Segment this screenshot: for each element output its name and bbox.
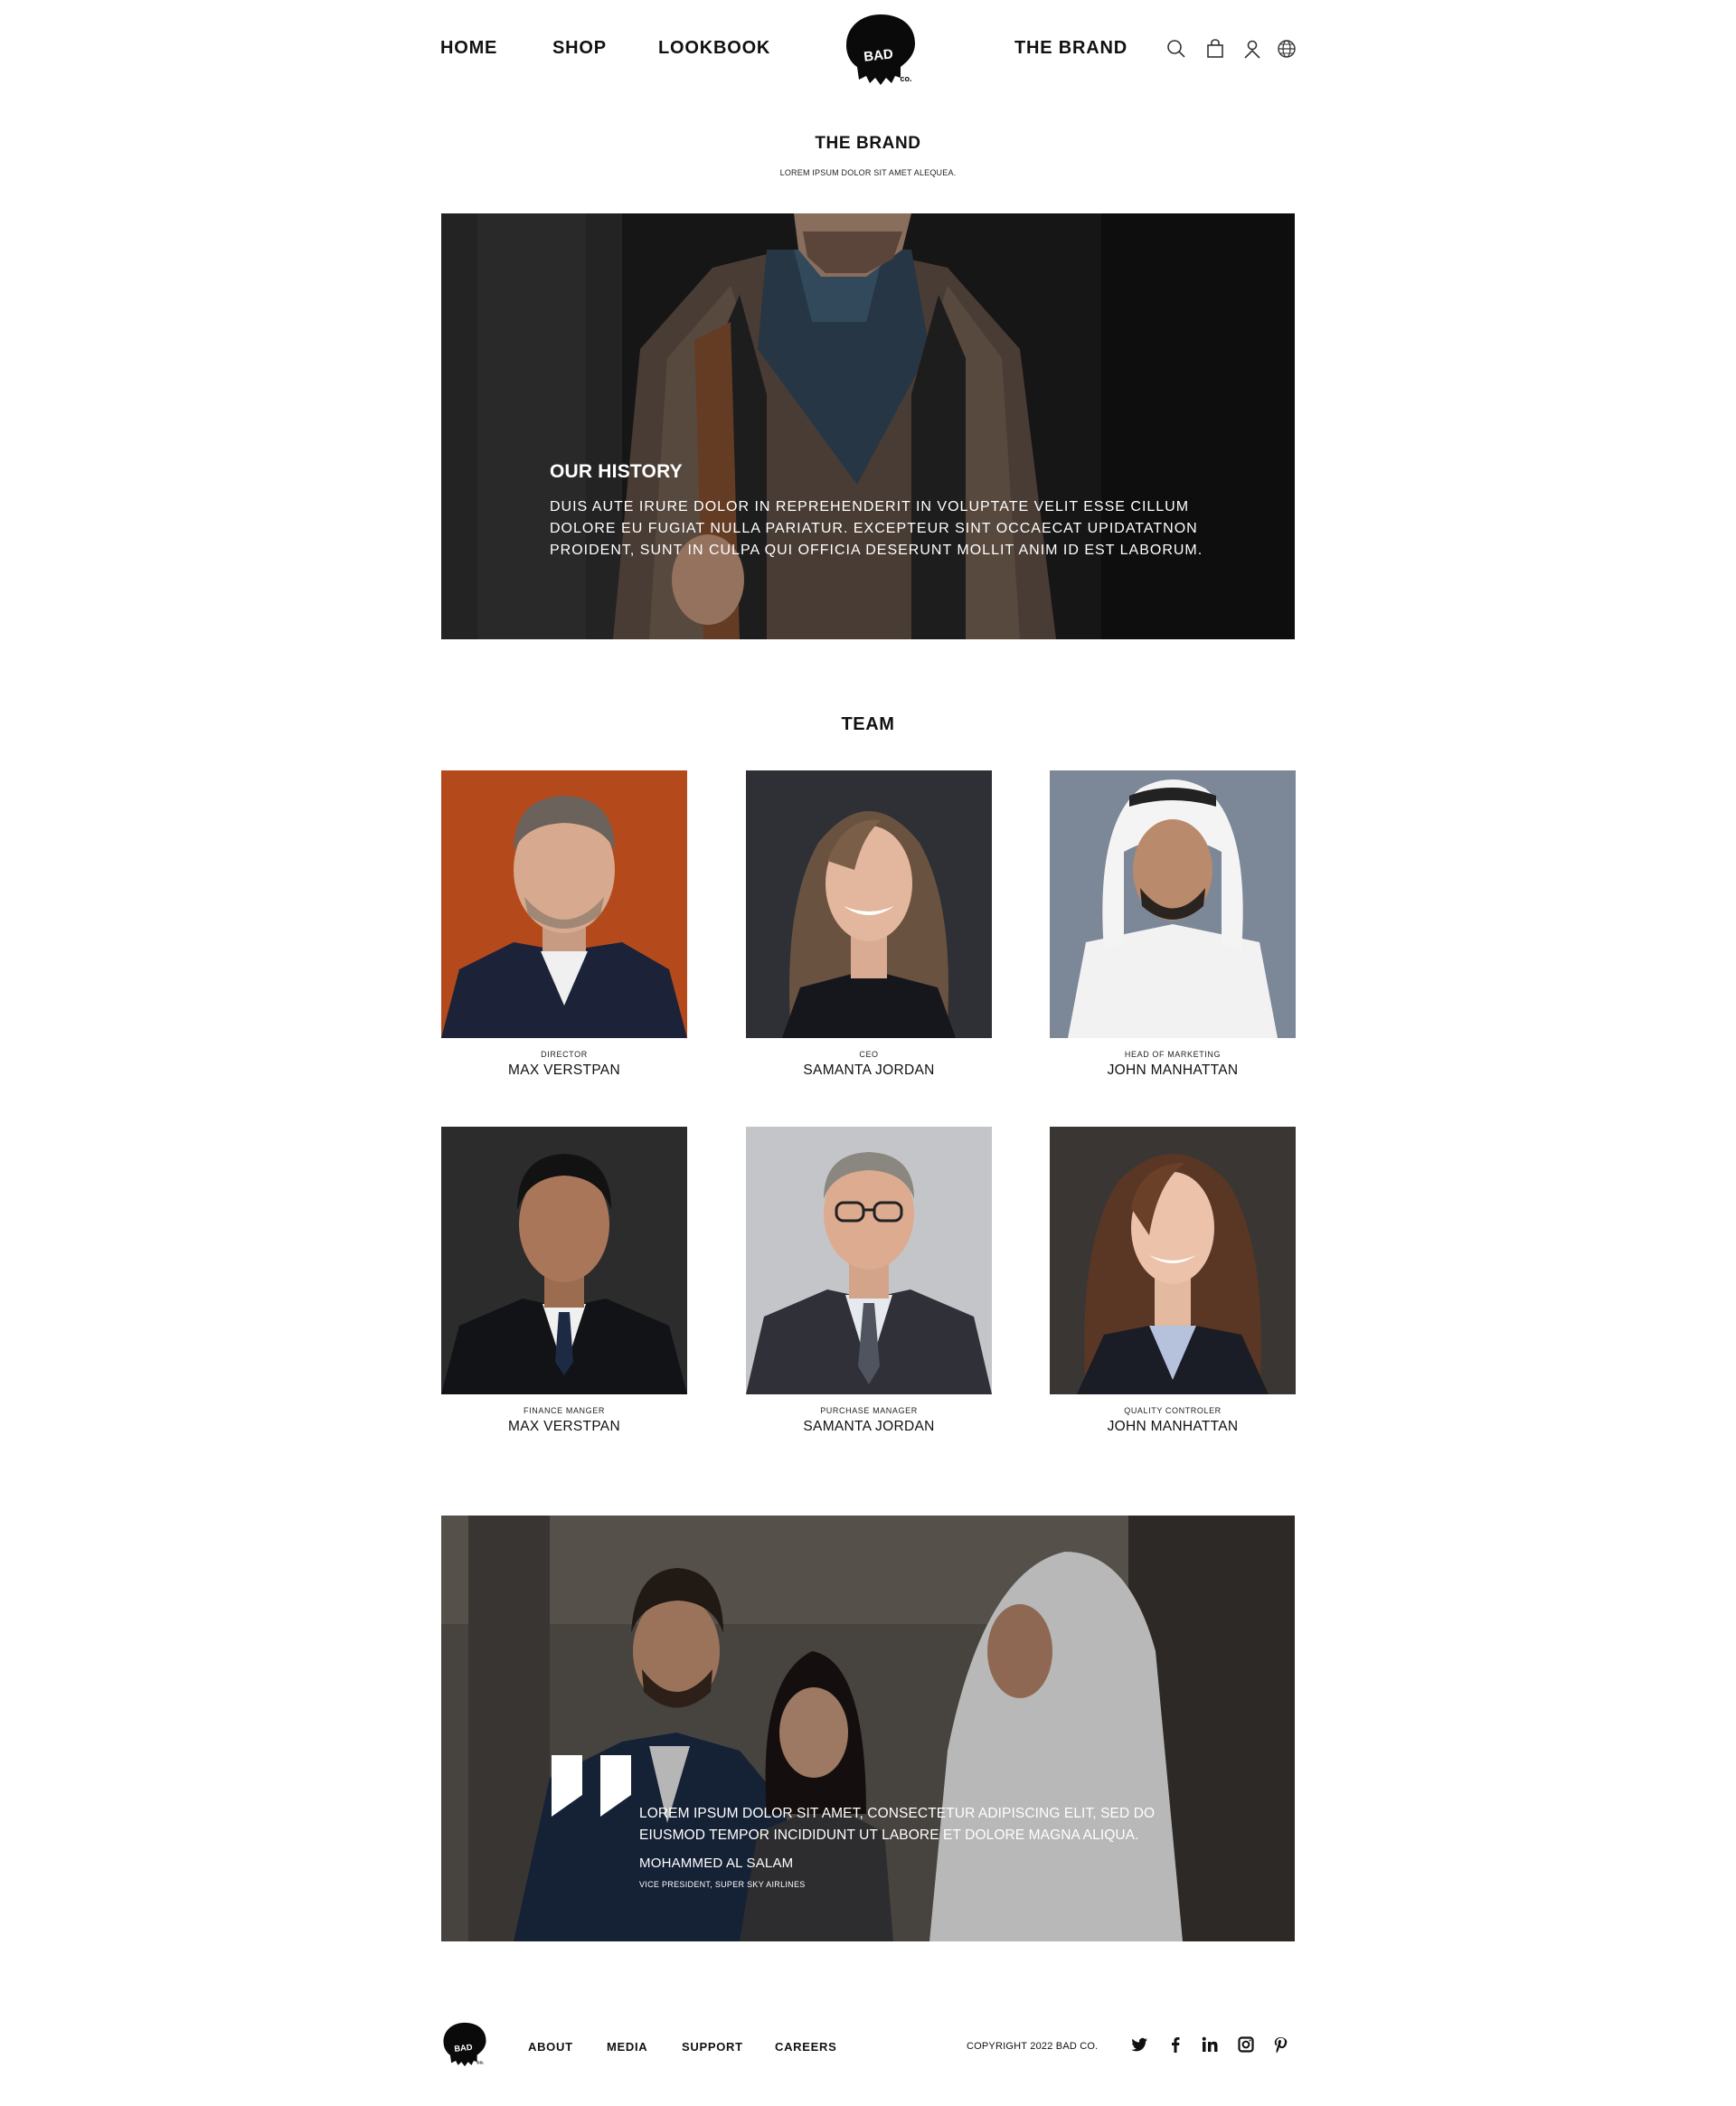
globe-icon[interactable]: [1277, 39, 1297, 59]
team-member-card: DIRECTOR MAX VERSTPAN: [441, 770, 687, 1079]
team-member-photo: [441, 1127, 687, 1394]
team-member-card: HEAD OF MARKETING JOHN MANHATTAN: [1050, 770, 1296, 1079]
team-member-photo: [1050, 770, 1296, 1038]
svg-text:BAD: BAD: [454, 2043, 473, 2054]
user-icon[interactable]: [1242, 39, 1262, 59]
pinterest-icon[interactable]: [1271, 2035, 1289, 2054]
testimonial-banner: LOREM IPSUM DOLOR SIT AMET, CONSECTETUR …: [441, 1516, 1295, 1941]
svg-text:BAD: BAD: [863, 46, 893, 64]
team-member-card: CEO SAMANTA JORDAN: [746, 770, 992, 1079]
history-hero: OUR HISTORY DUIS AUTE IRURE DOLOR IN REP…: [441, 213, 1295, 639]
nav-shop[interactable]: SHOP: [552, 38, 607, 59]
team-member-photo: [746, 1127, 992, 1394]
history-title: OUR HISTORY: [550, 461, 683, 482]
team-member-role: CEO: [859, 1050, 879, 1059]
testimonial-quote: LOREM IPSUM DOLOR SIT AMET, CONSECTETUR …: [639, 1806, 1156, 1843]
team-member-card: QUALITY CONTROLER JOHN MANHATTAN: [1050, 1127, 1296, 1435]
team-member-name: SAMANTA JORDAN: [803, 1062, 935, 1078]
footer-link-support[interactable]: SUPPORT: [682, 2040, 743, 2054]
team-member-role: DIRECTOR: [541, 1050, 588, 1059]
nav-home[interactable]: HOME: [440, 38, 497, 59]
team-member-card: PURCHASE MANAGER SAMANTA JORDAN: [746, 1127, 992, 1435]
team-member-card: FINANCE MANGER MAX VERSTPAN: [441, 1127, 687, 1435]
svg-text:co.: co.: [900, 74, 911, 83]
svg-text:co.: co.: [476, 2061, 484, 2066]
facebook-icon[interactable]: [1166, 2035, 1184, 2054]
copyright-text: COPYRIGHT 2022 BAD CO.: [967, 2041, 1099, 2052]
team-member-name: JOHN MANHATTAN: [1107, 1062, 1239, 1078]
history-text: DUIS AUTE IRURE DOLOR IN REPREHENDERIT I…: [550, 499, 1203, 558]
team-member-name: JOHN MANHATTAN: [1107, 1419, 1239, 1434]
team-member-role: PURCHASE MANAGER: [820, 1406, 918, 1415]
footer-link-media[interactable]: MEDIA: [607, 2040, 647, 2054]
testimonial-author: MOHAMMED AL SALAM: [639, 1856, 794, 1871]
testimonial-author-role: VICE PRESIDENT, SUPER SKY AIRLINES: [639, 1880, 806, 1889]
team-member-role: FINANCE MANGER: [524, 1406, 605, 1415]
page-title: THE BRAND: [815, 134, 921, 153]
team-member-name: MAX VERSTPAN: [508, 1062, 620, 1078]
instagram-icon[interactable]: [1237, 2035, 1255, 2054]
linkedin-icon[interactable]: [1201, 2035, 1219, 2054]
quote-mark-icon: [552, 1755, 631, 1817]
hero-photo-man-in-jacket: [441, 213, 1295, 639]
team-title: TEAM: [841, 714, 895, 734]
nav-lookbook[interactable]: LOOKBOOK: [658, 38, 770, 59]
brand-logo[interactable]: BAD co.: [843, 13, 919, 87]
team-member-role: QUALITY CONTROLER: [1124, 1406, 1222, 1415]
footer-link-about[interactable]: ABOUT: [528, 2040, 573, 2054]
twitter-icon[interactable]: [1130, 2035, 1148, 2054]
footer-link-careers[interactable]: CAREERS: [775, 2040, 836, 2054]
page-subtitle: LOREM IPSUM DOLOR SIT AMET ALEQUEA.: [779, 168, 957, 177]
shopping-bag-icon[interactable]: [1205, 39, 1225, 59]
footer-logo[interactable]: BAD co.: [441, 2021, 488, 2068]
site-header: HOME SHOP LOOKBOOK BAD co. THE BRAND: [0, 0, 1736, 99]
team-member-photo: [441, 770, 687, 1038]
team-member-role: HEAD OF MARKETING: [1124, 1050, 1222, 1059]
nav-the-brand[interactable]: THE BRAND: [1014, 38, 1127, 59]
search-icon[interactable]: [1166, 39, 1186, 59]
team-member-photo: [746, 770, 992, 1038]
team-member-name: SAMANTA JORDAN: [803, 1419, 935, 1434]
team-member-name: MAX VERSTPAN: [508, 1419, 620, 1434]
team-member-photo: [1050, 1127, 1296, 1394]
testimonial-photo-business-meeting: [441, 1516, 1295, 1941]
